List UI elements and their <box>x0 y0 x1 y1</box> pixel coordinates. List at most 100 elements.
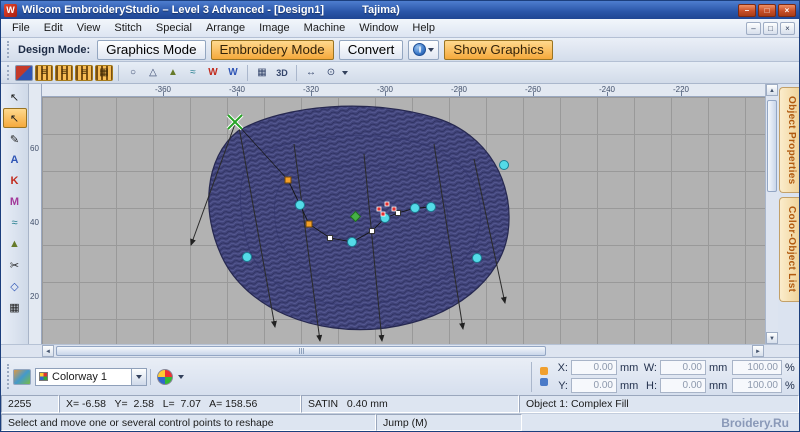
fill-tool[interactable]: ▲ <box>3 234 27 254</box>
motif-blue-icon[interactable]: W <box>224 65 242 81</box>
height-input[interactable] <box>660 378 706 393</box>
close-button[interactable]: × <box>778 3 796 17</box>
menu-image[interactable]: Image <box>252 20 297 36</box>
embroidery-design[interactable] <box>42 97 765 344</box>
grid-toggle-icon[interactable]: ▦ <box>253 65 271 81</box>
reshape-object-tool[interactable]: ↖ <box>2 108 27 128</box>
pattern-select-icon[interactable] <box>15 64 33 81</box>
x-input[interactable] <box>571 360 617 375</box>
pencil-tool[interactable]: ✎ <box>3 129 27 149</box>
doc-restore-button[interactable]: □ <box>763 21 778 35</box>
thread-colors-icon[interactable] <box>13 368 31 385</box>
scroll-right-icon[interactable]: ► <box>752 345 764 357</box>
menu-arrange[interactable]: Arrange <box>199 20 252 36</box>
chevron-down-icon[interactable] <box>131 368 146 385</box>
toolbar-separator <box>150 368 151 385</box>
hint-message: Select and move one or several control p… <box>1 414 376 431</box>
transform-panel: X: mm W: mm % Y: mm H: <box>525 360 795 393</box>
toolbar-separator <box>118 64 119 81</box>
horizontal-ruler: -360 -340 -320 -300 -280 -260 -240 -220 <box>42 84 765 97</box>
chevron-down-icon[interactable] <box>342 70 348 75</box>
tab-color-object-list[interactable]: Color-Object List <box>779 197 799 302</box>
menu-file[interactable]: File <box>5 20 37 36</box>
horizontal-scroll-thumb[interactable] <box>56 346 546 356</box>
scroll-down-icon[interactable]: ▼ <box>766 332 778 344</box>
tab-object-properties[interactable]: Object Properties <box>779 87 799 194</box>
doc-minimize-button[interactable]: – <box>746 21 761 35</box>
menu-window[interactable]: Window <box>352 20 405 36</box>
lettering-tool[interactable]: A <box>3 150 27 170</box>
toolbar-grip[interactable] <box>7 363 11 390</box>
horizontal-scrollbar[interactable]: ◄ ► <box>1 344 799 357</box>
input-a-icon[interactable]: ≡ <box>35 64 53 81</box>
measure-icon[interactable]: ↔ <box>302 65 320 81</box>
vruler-label: 20 <box>30 292 39 301</box>
minimize-button[interactable]: – <box>738 3 756 17</box>
input-c-icon[interactable]: ≡ <box>75 64 93 81</box>
embroidery-mode-button[interactable]: Embroidery Mode <box>210 39 334 60</box>
percent-label: % <box>785 361 795 374</box>
convert-button[interactable]: Convert <box>338 39 404 60</box>
icon-toolbar: ≡ ≡ ≡ ▦ ○ △ ▲ ≈ W W ▦ 3D ↔ ⊙ <box>1 62 799 84</box>
colorway-editor-icon[interactable] <box>157 368 173 385</box>
scale-y-input[interactable] <box>732 378 782 393</box>
mode-toolbar: Design Mode: Graphics Mode Embroidery Mo… <box>1 38 799 62</box>
entry-point-marker[interactable] <box>226 113 244 131</box>
h-label: H: <box>646 379 657 392</box>
scale-x-input[interactable] <box>732 360 782 375</box>
triangle-outline-icon[interactable]: △ <box>144 65 162 81</box>
toolbar-separator <box>247 64 248 81</box>
properties-row: Colorway 1 X: mm W: mm <box>1 357 799 395</box>
menu-special[interactable]: Special <box>149 20 199 36</box>
globe-icon <box>413 43 427 56</box>
design-canvas[interactable]: -360 -340 -320 -300 -280 -260 -240 -220 <box>42 84 765 344</box>
shape-tool[interactable]: ◇ <box>3 276 27 296</box>
pointer-info: X= -6.58 Y= 2.58 L= 7.07 A= 158.56 <box>59 395 301 413</box>
scissors-tool[interactable]: ✂ <box>3 255 27 275</box>
chevron-down-icon[interactable] <box>178 374 184 379</box>
watermark: Broidery.Ru <box>721 415 789 430</box>
menu-machine[interactable]: Machine <box>297 20 353 36</box>
x-label: X: <box>557 361 568 374</box>
triangle-filled-icon[interactable]: ▲ <box>164 65 182 81</box>
input-b-icon[interactable]: ≡ <box>55 64 73 81</box>
select-object-tool[interactable]: ↖ <box>3 87 27 107</box>
stitch-type-info: SATIN 0.40 mm <box>301 395 519 413</box>
zoom-icon[interactable]: ⊙ <box>322 65 340 81</box>
menu-edit[interactable]: Edit <box>37 20 70 36</box>
maximize-button[interactable]: □ <box>758 3 776 17</box>
menu-view[interactable]: View <box>70 20 108 36</box>
wave-stitch-icon[interactable]: ≈ <box>184 65 202 81</box>
docked-panel-tabs: Object Properties Color-Object List <box>778 84 799 344</box>
width-input[interactable] <box>660 360 706 375</box>
show-graphics-button[interactable]: Show Graphics <box>444 39 553 60</box>
threed-toggle[interactable]: 3D <box>273 65 291 81</box>
scroll-up-icon[interactable]: ▲ <box>766 84 778 96</box>
motif-tool[interactable]: M <box>3 192 27 212</box>
toolbar-grip[interactable] <box>7 41 11 58</box>
colorway-value: Colorway 1 <box>52 370 108 383</box>
monogram-tool[interactable]: K <box>3 171 27 191</box>
y-input[interactable] <box>571 378 617 393</box>
colorway-select[interactable]: Colorway 1 <box>35 367 147 386</box>
vertical-scroll-thumb[interactable] <box>767 100 777 192</box>
toolbar-grip[interactable] <box>7 65 11 80</box>
complex-fill-icon[interactable]: ▦ <box>95 64 113 81</box>
doc-close-button[interactable]: × <box>780 21 795 35</box>
vertical-scrollbar[interactable]: ▲ ▼ <box>765 84 778 344</box>
menu-stitch[interactable]: Stitch <box>107 20 149 36</box>
hoop-globe-dropdown[interactable] <box>408 39 440 60</box>
menu-help[interactable]: Help <box>405 20 442 36</box>
toolbar-separator <box>296 64 297 81</box>
run-stitch-tool[interactable]: ≈ <box>3 213 27 233</box>
circle-tool-icon[interactable]: ○ <box>124 65 142 81</box>
menu-bar: File Edit View Stitch Special Arrange Im… <box>1 19 799 38</box>
window-title-doc: Tajima) <box>362 4 400 16</box>
reference-point-icon[interactable] <box>538 364 550 390</box>
y-unit: mm <box>620 379 639 392</box>
motif-red-icon[interactable]: W <box>204 65 222 81</box>
scroll-left-icon[interactable]: ◄ <box>42 345 54 357</box>
hint-bar: Select and move one or several control p… <box>1 413 799 431</box>
grid-tool[interactable]: ▦ <box>3 297 27 317</box>
graphics-mode-button[interactable]: Graphics Mode <box>97 39 206 60</box>
